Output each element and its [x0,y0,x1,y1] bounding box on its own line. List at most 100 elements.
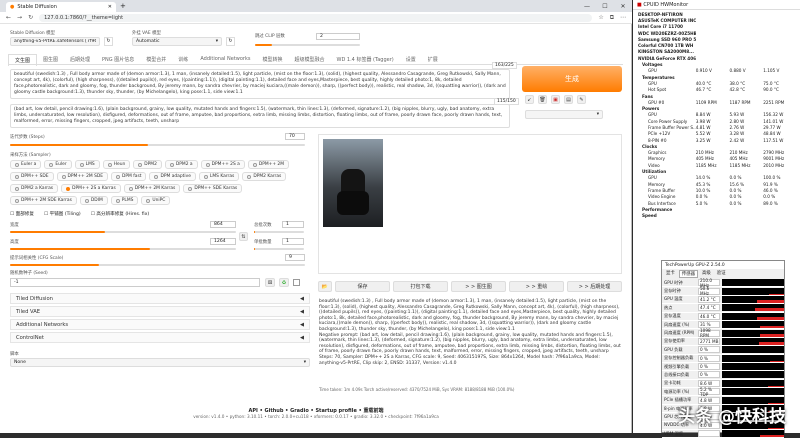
footer-links[interactable]: API • Github • Gradio • Startup profile … [0,407,632,414]
gpuz-row: 视频引擎负载0 % [662,363,784,371]
height-input[interactable]: 1264 [210,238,236,245]
maximize-icon[interactable]: ☐ [596,0,614,12]
extra-networks-icon[interactable]: ▣ [551,95,560,104]
hw-row: GPU0.910 V0.880 V1.105 V [636,68,797,74]
sampler-option[interactable]: DPM fast [111,172,146,181]
generated-image[interactable] [323,139,383,227]
batch-size-input[interactable]: 1 [282,238,304,245]
steps-input[interactable]: 70 [285,133,305,140]
accordion-2[interactable]: Additional Networks◀ [10,319,310,330]
output-button-4[interactable]: > > 重绘 [509,281,564,292]
hw-row: Frame Buffer Power S...4.81 W2.76 W29.77… [636,124,797,130]
reuse-seed-icon[interactable]: ♻ [279,278,289,287]
batch-size-slider[interactable] [254,248,304,250]
extra-seed-checkbox[interactable] [293,279,300,286]
gpuz-tab-1[interactable]: 传感器 [679,270,698,278]
tab-close-icon[interactable]: ✕ [108,4,112,10]
negative-prompt-textarea[interactable]: (bad art, low detail, pencil drawing:1.6… [10,104,510,128]
hw-x: 48.84 W [763,131,797,136]
ckpt-select[interactable]: anything-v5-PrtRE.safetensors [7f96a1a9c… [10,37,100,46]
new-tab-icon[interactable]: + [120,2,126,10]
sampler-option[interactable]: LMS Karras [199,172,239,181]
apply-style-icon[interactable]: ✎ [577,95,586,104]
gpuz-titlebar: TechPowerUp GPU-Z 2.54.0 [662,261,784,269]
refresh-vae-icon[interactable]: ↻ [226,37,235,46]
hw-x: 141.01 W [763,119,797,124]
steps-slider[interactable] [10,144,305,146]
sampler-option[interactable]: Heun [103,160,131,169]
sampler-option[interactable]: DPM2 a [165,160,198,169]
output-button-0[interactable]: 📂 [318,281,332,292]
styles-select[interactable]: ▾ [525,110,603,119]
accordion-1[interactable]: Tiled VAE◀ [10,306,310,317]
swap-dimensions-icon[interactable]: ⇅ [239,232,248,241]
output-button-1[interactable]: 保存 [335,281,390,292]
generate-button[interactable]: 生成 [522,66,622,92]
sampler-option[interactable]: DPM++ 2M SDE [57,172,109,181]
width-input[interactable]: 864 [210,221,236,228]
sampler-option[interactable]: LMS [75,160,100,169]
favorites-icon[interactable]: ☆ [598,14,603,21]
back-icon[interactable]: ← [6,14,11,21]
close-window-icon[interactable]: ✕ [614,0,632,12]
reload-icon[interactable]: ↻ [28,14,33,21]
random-seed-icon[interactable]: ⚄ [265,278,275,287]
url-field[interactable]: 127.0.0.1:7860/?__theme=light [39,14,592,22]
gpuz-tab-0[interactable]: 显卡 [664,270,677,278]
output-button-2[interactable]: 打包下载 [393,281,448,292]
clip-input[interactable]: 2 [316,33,360,40]
ckpt-value: anything-v5-PrtRE.safetensors [7f96a1a9c… [14,39,96,44]
info-params: Steps: 70, Sampler: DPM++ 2S a Karras, C… [319,355,622,366]
forward-icon[interactable]: → [17,14,22,21]
trash-icon[interactable]: 🗑 [538,95,547,104]
sampler-option[interactable]: DPM++ 2S a Karras [61,184,121,193]
prompt-textarea[interactable]: beautiful (swedish:1.3) , Full body armo… [10,69,510,99]
height-slider[interactable] [10,248,236,250]
clip-slider[interactable] [255,44,360,46]
refresh-ckpt-icon[interactable]: ↻ [104,37,113,46]
read-params-icon[interactable]: ↙ [525,95,534,104]
sampler-option[interactable]: DPM++ 2M Karras [124,184,181,193]
sampler-option[interactable]: DPM++ 2M [248,160,289,169]
sampler-option[interactable]: DPM++ SDE Karras [183,184,242,193]
sampler-option[interactable]: DPM++ SDE [10,172,54,181]
gpuz-graph [722,380,784,387]
minimize-icon[interactable]: — [578,0,596,12]
hw-name: Memory [636,182,696,187]
hwmonitor-tree: DESKTOP-NFTIRONASUSTeK COMPUTER INC. R..… [633,10,800,220]
accordions: Tiled Diffusion◀ Tiled VAE◀ Additional Net… [10,293,310,345]
sampler-option[interactable]: DPM++ 2S a [201,160,245,169]
browser-tab[interactable]: ● Stable Diffusion ✕ [6,2,116,12]
hires-checkbox[interactable]: ☐ 高分辨率修复 (Hires. fix) [91,211,149,217]
output-button-5[interactable]: > > 后期处理 [567,281,622,292]
gpuz-row: GPU 负载0 % [662,346,784,354]
sampler-option[interactable]: UniPC [141,196,170,205]
seed-input[interactable]: -1 [10,278,260,287]
sampler-option[interactable]: DPM2 a Karras [10,184,58,193]
batch-count-slider[interactable] [254,231,304,233]
sampler-option[interactable]: DPM2 Karras [242,172,286,181]
sampler-option[interactable]: DPM++ 2M SDE Karras [10,196,77,205]
accordion-0[interactable]: Tiled Diffusion◀ [10,293,310,304]
sampler-option[interactable]: Euler a [10,160,41,169]
face-restore-checkbox[interactable]: ☐ 面部修复 [10,211,34,217]
extensions-icon[interactable]: ⧉ [610,14,614,22]
sampler-option[interactable]: DPM adaptive [149,172,195,181]
cfg-input[interactable]: 9 [285,254,305,261]
vae-select[interactable]: Automatic▾ [132,37,222,46]
sampler-option[interactable]: DDIM [80,196,108,205]
hw-name: Speed [636,213,696,218]
output-button-3[interactable]: > > 图生图 [451,281,506,292]
sampler-option[interactable]: PLMS [111,196,139,205]
sampler-option[interactable]: Euler [44,160,71,169]
width-slider[interactable] [10,231,236,233]
script-select[interactable]: None▾ [10,358,310,367]
gpuz-sensor-name: VRM 温度 [662,431,698,437]
cfg-slider[interactable] [10,264,305,266]
sampler-option[interactable]: DPM2 [133,160,162,169]
save-style-icon[interactable]: ▤ [564,95,573,104]
tiling-checkbox[interactable]: ☐ 平铺图 (Tiling) [44,211,81,217]
menu-icon[interactable]: ⋯ [620,14,626,21]
batch-count-input[interactable]: 1 [282,221,304,228]
accordion-3[interactable]: ControlNet◀ [10,332,310,343]
